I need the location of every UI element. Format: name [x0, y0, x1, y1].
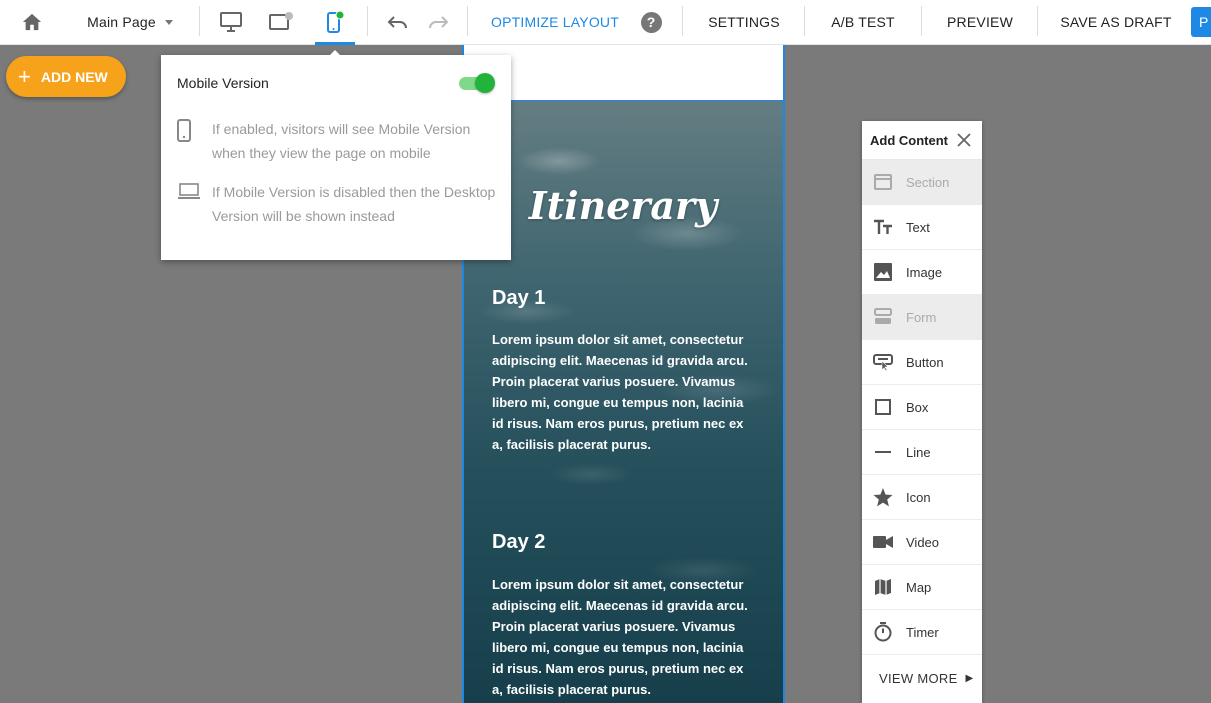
monitor-icon [220, 12, 242, 32]
undo-icon [387, 16, 407, 29]
popover-caret [328, 50, 342, 57]
line-icon [875, 451, 891, 453]
active-view-indicator [315, 42, 355, 45]
view-more-label: VIEW MORE [879, 670, 958, 686]
home-button[interactable] [16, 0, 48, 44]
itinerary-title[interactable]: Itinerary [463, 183, 783, 228]
section-icon [874, 174, 892, 190]
popover-info-text: If Mobile Version is disabled then the D… [212, 184, 496, 224]
plus-icon: + [18, 63, 31, 89]
laptop-icon [178, 183, 200, 199]
page-selector[interactable]: Main Page [80, 0, 180, 44]
mobile-version-toggle[interactable] [459, 73, 495, 93]
smartphone-icon [177, 119, 191, 142]
add-new-button[interactable]: + ADD NEW [6, 56, 126, 97]
panel-item-label: Form [906, 309, 937, 325]
star-icon [873, 487, 893, 506]
day-title[interactable]: Day 1 [492, 287, 545, 310]
help-icon: ? [640, 11, 662, 33]
optimize-layout-button[interactable]: OPTIMIZE LAYOUT [484, 0, 626, 44]
smartphone-icon [327, 10, 345, 33]
add-image-item[interactable]: Image [862, 250, 982, 295]
panel-item-label: Text [906, 219, 930, 235]
panel-item-label: Box [906, 399, 929, 415]
popover-info-row: If enabled, visitors will see Mobile Ver… [177, 117, 502, 165]
add-timer-item[interactable]: Timer [862, 610, 982, 655]
text-icon [874, 219, 892, 234]
tablet-icon [269, 12, 293, 30]
add-button-item[interactable]: Button [862, 340, 982, 385]
help-button[interactable]: ? [636, 0, 666, 44]
add-line-item[interactable]: Line [862, 430, 982, 475]
button-icon [873, 354, 893, 371]
panel-item-label: Map [906, 579, 932, 595]
home-icon [22, 13, 42, 31]
redo-icon [429, 16, 449, 29]
image-icon [874, 263, 892, 281]
toolbar-divider [804, 6, 805, 36]
add-box-item[interactable]: Box [862, 385, 982, 430]
panel-item-label: Image [906, 264, 943, 280]
undo-button[interactable] [382, 0, 414, 44]
panel-item-label: Line [906, 444, 931, 460]
view-more-button[interactable]: VIEW MORE ▶ [862, 655, 982, 701]
mobile-version-popover: Mobile Version If enabled, visitors will… [161, 55, 511, 260]
redo-button[interactable] [422, 0, 454, 44]
popover-info-text: If enabled, visitors will see Mobile Ver… [212, 121, 471, 161]
add-form-item[interactable]: Form [862, 295, 982, 340]
panel-item-label: Icon [906, 489, 931, 505]
map-icon [875, 579, 891, 595]
video-icon [873, 536, 893, 548]
toolbar-divider [682, 6, 683, 36]
add-new-label: ADD NEW [40, 68, 108, 85]
tablet-view-button[interactable] [264, 0, 298, 44]
add-video-item[interactable]: Video [862, 520, 982, 565]
mobile-header-area[interactable] [463, 45, 783, 100]
day-body-text[interactable]: Lorem ipsum dolor sit amet, consectetur … [492, 574, 754, 700]
toolbar-divider [921, 6, 922, 36]
toolbar-divider [1037, 6, 1038, 36]
top-toolbar: Main Page OPTIMIZE LAYOUT ? SETTINGS A/B… [0, 0, 1211, 45]
add-content-panel: Add Content Section Text Image Form Butt… [862, 121, 982, 703]
publish-button[interactable]: P [1191, 7, 1211, 37]
popover-info-row: If Mobile Version is disabled then the D… [177, 180, 502, 228]
panel-title: Add Content [870, 132, 948, 148]
save-as-draft-button[interactable]: SAVE AS DRAFT [1056, 0, 1176, 44]
page-selector-label: Main Page [87, 14, 156, 30]
add-map-item[interactable]: Map [862, 565, 982, 610]
panel-header: Add Content [862, 121, 982, 160]
settings-button[interactable]: SETTINGS [700, 0, 788, 44]
preview-button[interactable]: PREVIEW [940, 0, 1020, 44]
panel-item-label: Timer [906, 624, 939, 640]
add-text-item[interactable]: Text [862, 205, 982, 250]
panel-item-label: Section [906, 174, 950, 190]
add-icon-item[interactable]: Icon [862, 475, 982, 520]
mobile-version-title: Mobile Version [177, 75, 269, 91]
toolbar-divider [467, 6, 468, 36]
panel-item-label: Video [906, 534, 940, 550]
toolbar-divider [199, 6, 200, 36]
day-title[interactable]: Day 2 [492, 531, 545, 554]
add-section-item[interactable]: Section [862, 160, 982, 205]
close-icon[interactable] [956, 132, 972, 148]
caret-down-icon [164, 19, 173, 25]
mobile-view-button[interactable] [317, 0, 353, 44]
toolbar-divider [367, 6, 368, 36]
ab-test-button[interactable]: A/B TEST [822, 0, 904, 44]
form-icon [874, 308, 892, 324]
timer-icon [874, 622, 892, 642]
itinerary-section[interactable]: Itinerary Day 1 Lorem ipsum dolor sit am… [463, 100, 783, 703]
panel-item-label: Button [906, 354, 944, 370]
toggle-knob [475, 73, 495, 93]
day-body-text[interactable]: Lorem ipsum dolor sit amet, consectetur … [492, 329, 754, 455]
box-icon [875, 399, 891, 415]
desktop-view-button[interactable] [214, 0, 248, 44]
triangle-right-icon: ▶ [965, 672, 974, 684]
